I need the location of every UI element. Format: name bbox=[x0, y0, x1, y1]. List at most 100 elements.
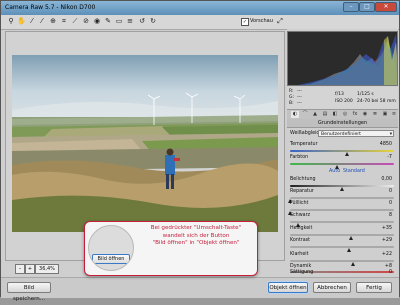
standard-link[interactable]: Standard bbox=[343, 169, 365, 174]
detail-tab-icon[interactable]: ▲ bbox=[311, 111, 319, 118]
snapshots-tab-icon[interactable]: ▣ bbox=[381, 111, 389, 118]
effects-tab-icon[interactable]: fx bbox=[351, 111, 359, 118]
maximize-button[interactable]: □ bbox=[359, 2, 375, 12]
callout-line-2: wandelt sich der Button bbox=[162, 232, 230, 239]
clarity-label: Klarheit bbox=[290, 252, 309, 257]
preview-checkbox[interactable]: ✓ bbox=[241, 18, 249, 26]
temperature-label: Temperatur bbox=[290, 142, 318, 147]
blue-label: B: bbox=[289, 101, 294, 106]
preferences-icon[interactable]: ≡ bbox=[126, 17, 134, 26]
blacks-value[interactable]: 8 bbox=[389, 213, 392, 218]
spot-removal-icon[interactable]: ⊘ bbox=[82, 17, 90, 26]
minimize-button[interactable]: – bbox=[343, 2, 359, 12]
window-title: Camera Raw 5.7 - Nikon D700 bbox=[5, 4, 96, 11]
contrast-track[interactable] bbox=[290, 246, 394, 248]
magnified-button-circle: Bild öffnen bbox=[88, 225, 134, 271]
clarity-track[interactable] bbox=[290, 260, 394, 262]
saturation-slider[interactable]: Sättigung 0 bbox=[290, 270, 394, 276]
adjustments-panel: R: --- G: --- B: --- f/13 1/125 s ISO 20… bbox=[287, 29, 398, 276]
fill-light-label: Fülllicht bbox=[290, 201, 309, 206]
exposure-label: Belichtung bbox=[290, 177, 316, 182]
chevron-down-icon: ▾ bbox=[389, 132, 392, 137]
green-value: --- bbox=[297, 95, 302, 100]
basic-tab-icon[interactable]: ◐ bbox=[291, 111, 299, 118]
panel-title: Grundeinstellungen bbox=[287, 119, 398, 128]
photo-preview[interactable] bbox=[12, 55, 278, 232]
split-toning-tab-icon[interactable]: ◧ bbox=[331, 111, 339, 118]
straighten-icon[interactable]: ⟋ bbox=[71, 17, 79, 26]
camera-raw-window: Camera Raw 5.7 - Nikon D700 – □ ✕ ⚲ ✋ ⁄ … bbox=[0, 0, 400, 302]
clarity-value[interactable]: +22 bbox=[382, 252, 392, 257]
preview-label: Vorschau bbox=[250, 18, 273, 24]
rotate-left-icon[interactable]: ↺ bbox=[138, 17, 146, 26]
brightness-track[interactable] bbox=[290, 234, 394, 236]
white-balance-icon[interactable]: ⁄ bbox=[28, 17, 36, 26]
recovery-value[interactable]: 0 bbox=[389, 189, 392, 194]
green-label: G: bbox=[289, 95, 295, 100]
fill-light-track[interactable] bbox=[290, 209, 394, 211]
recovery-track[interactable] bbox=[290, 197, 394, 199]
red-value: --- bbox=[297, 89, 302, 94]
callout-line-3: "Bild öffnen" in "Objekt öffnen" bbox=[152, 240, 240, 246]
callout-text: Bei gedrückter "Umschalt-Taste" wandelt … bbox=[139, 225, 253, 248]
panel-menu-icon[interactable]: ≡ bbox=[390, 111, 398, 118]
tone-curve-tab-icon[interactable]: ⌒ bbox=[301, 111, 309, 118]
vibrance-label: Dynamik bbox=[290, 264, 312, 269]
temperature-track[interactable] bbox=[290, 150, 394, 152]
saturation-label: Sättigung bbox=[290, 270, 314, 275]
contrast-value[interactable]: +29 bbox=[382, 238, 392, 243]
crop-icon[interactable]: ⌗ bbox=[60, 17, 68, 26]
blue-value: --- bbox=[297, 101, 302, 106]
blacks-label: Schwarz bbox=[290, 213, 311, 218]
blacks-track[interactable] bbox=[290, 221, 394, 223]
hsl-tab-icon[interactable]: ▤ bbox=[321, 111, 329, 118]
histogram bbox=[287, 31, 398, 86]
target-adjust-icon[interactable]: ⊕ bbox=[49, 17, 57, 26]
zoom-level-select[interactable]: 36,4% bbox=[35, 264, 59, 274]
callout-line-1: Bei gedrückter "Umschalt-Taste" bbox=[150, 225, 242, 231]
lens-tab-icon[interactable]: ◎ bbox=[341, 111, 349, 118]
capture-info: R: --- G: --- B: --- f/13 1/125 s ISO 20… bbox=[287, 87, 398, 109]
auto-standard-links: Auto Standard bbox=[287, 169, 398, 175]
vibrance-value[interactable]: +8 bbox=[385, 264, 392, 269]
hint-callout: Bild öffnen Bei gedrückter "Umschalt-Tas… bbox=[84, 221, 258, 276]
open-object-button[interactable]: Objekt öffnen bbox=[268, 282, 308, 293]
zoom-in-button[interactable]: + bbox=[25, 264, 35, 274]
close-button[interactable]: ✕ bbox=[375, 2, 397, 12]
aperture-value: f/13 bbox=[335, 92, 344, 97]
recovery-label: Reparatur bbox=[290, 189, 314, 194]
brightness-label: Helligkeit bbox=[290, 226, 313, 231]
fullscreen-icon[interactable]: ⤢ bbox=[276, 17, 284, 26]
tint-label: Farbton bbox=[290, 155, 309, 160]
exposure-value[interactable]: 0,00 bbox=[381, 177, 392, 182]
saturation-value[interactable]: 0 bbox=[389, 270, 392, 275]
tint-value[interactable]: -7 bbox=[387, 155, 392, 160]
fill-light-value[interactable]: 0 bbox=[389, 201, 392, 206]
graduated-filter-icon[interactable]: ▭ bbox=[115, 17, 123, 26]
lens-value: 24-70 bei 58 mm bbox=[357, 99, 396, 104]
white-balance-select[interactable]: Benutzerdefiniert ▾ bbox=[318, 130, 394, 137]
temperature-value[interactable]: 4850 bbox=[380, 142, 392, 147]
contrast-label: Kontrast bbox=[290, 238, 311, 243]
auto-link[interactable]: Auto bbox=[329, 169, 340, 174]
presets-tab-icon[interactable]: ≣ bbox=[371, 111, 379, 118]
hand-icon[interactable]: ✋ bbox=[17, 17, 26, 26]
done-button[interactable]: Fertig bbox=[356, 282, 392, 293]
bottom-bar: Bild speichern... Objekt öffnen Abbreche… bbox=[1, 277, 399, 302]
camera-calibration-tab-icon[interactable]: ◉ bbox=[361, 111, 369, 118]
cancel-button[interactable]: Abbrechen bbox=[313, 282, 351, 293]
brightness-value[interactable]: +35 bbox=[382, 226, 392, 231]
zoom-out-button[interactable]: – bbox=[15, 264, 25, 274]
red-eye-icon[interactable]: ◉ bbox=[93, 17, 101, 26]
zoom-icon[interactable]: ⚲ bbox=[7, 17, 15, 26]
red-label: R: bbox=[289, 89, 294, 94]
shutter-value: 1/125 s bbox=[357, 92, 374, 97]
open-image-button-preview: Bild öffnen bbox=[92, 254, 130, 264]
iso-value: ISO 200 bbox=[335, 99, 353, 104]
tool-bar: ⚲ ✋ ⁄ ⁄ ⊕ ⌗ ⟋ ⊘ ◉ ✎ ▭ ≡ ↺ ↻ ✓ Vorschau ⤢ bbox=[1, 15, 399, 30]
tint-track[interactable] bbox=[290, 163, 394, 165]
save-image-button[interactable]: Bild speichern... bbox=[7, 282, 51, 302]
adjustment-brush-icon[interactable]: ✎ bbox=[104, 17, 112, 26]
color-sampler-icon[interactable]: ⁄ bbox=[38, 17, 46, 26]
rotate-right-icon[interactable]: ↻ bbox=[149, 17, 157, 26]
